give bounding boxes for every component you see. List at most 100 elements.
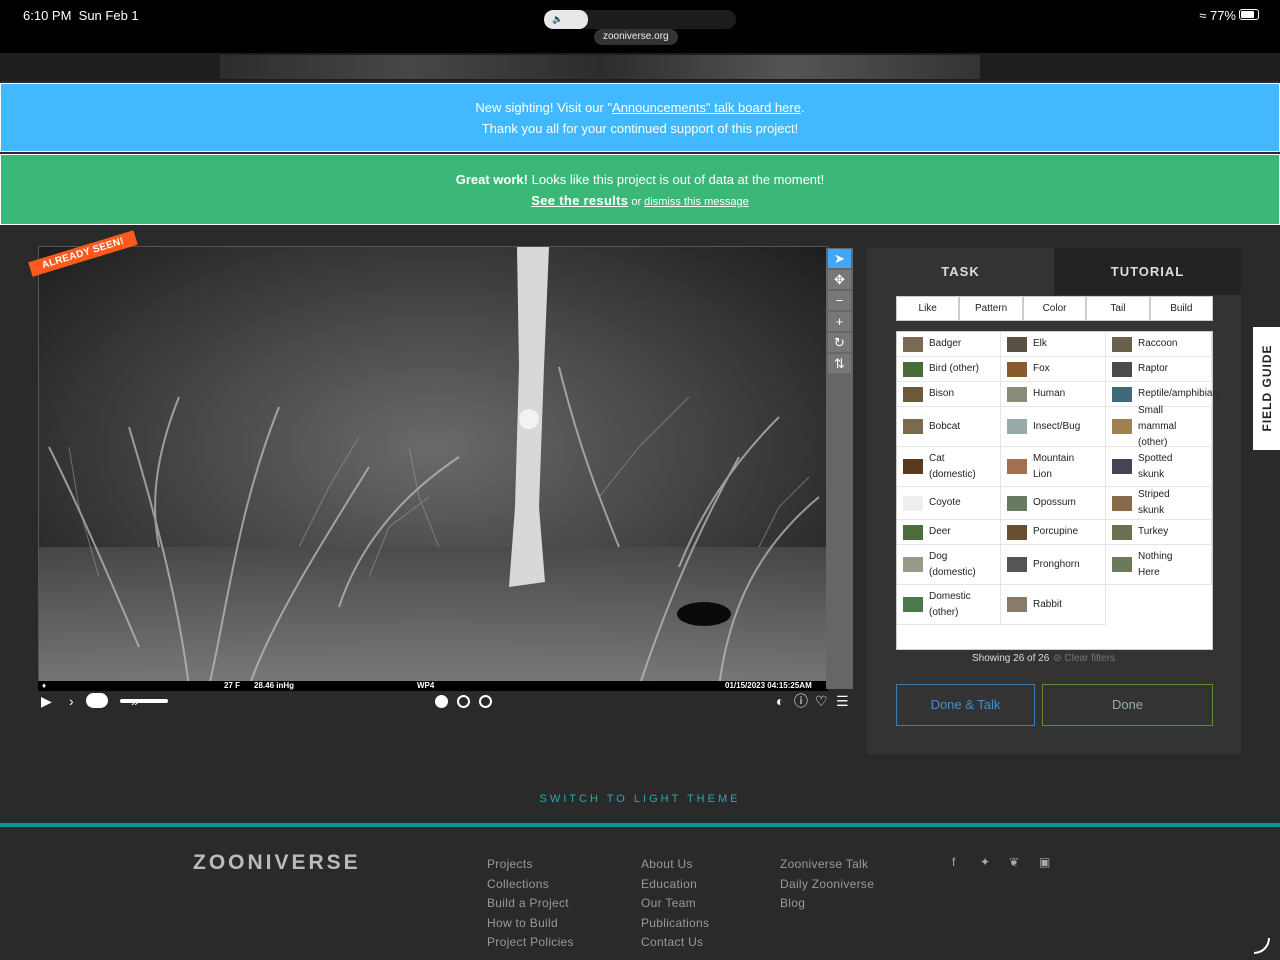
footer-link[interactable]: Projects: [487, 855, 574, 875]
choice-striped-skunk[interactable]: Striped skunk: [1106, 487, 1212, 520]
choice-thumbnail: [1007, 459, 1027, 474]
footer-link[interactable]: Contact Us: [641, 933, 709, 953]
announcement-line1: New sighting! Visit our "Announcements" …: [1, 97, 1279, 118]
switch-theme-button[interactable]: SWITCH TO LIGHT THEME: [0, 793, 1280, 805]
choice-thumbnail: [903, 419, 923, 434]
choice-deer[interactable]: Deer: [897, 520, 1001, 545]
footer-link[interactable]: How to Build: [487, 914, 574, 934]
choice-insect-bug[interactable]: Insect/Bug: [1001, 407, 1106, 447]
footer-link[interactable]: About Us: [641, 855, 709, 875]
filter-tail[interactable]: Tail: [1086, 296, 1150, 321]
pan-icon[interactable]: ✥: [828, 270, 851, 289]
tab-task[interactable]: TASK: [867, 248, 1054, 295]
choice-thumbnail: [903, 495, 923, 511]
choice-thumbnail: [903, 459, 923, 474]
choice-pronghorn[interactable]: Pronghorn: [1001, 545, 1106, 585]
choice-raccoon[interactable]: Raccoon: [1106, 332, 1212, 357]
zoom-out-icon[interactable]: −: [828, 291, 851, 310]
footer-link[interactable]: Project Policies: [487, 933, 574, 953]
twitter-icon[interactable]: ✦: [980, 855, 990, 869]
announcements-link[interactable]: Announcements" talk board here: [612, 100, 801, 115]
info-icon[interactable]: ⓘ: [794, 692, 808, 710]
footer-link[interactable]: Daily Zooniverse: [780, 875, 874, 895]
choice-elk[interactable]: Elk: [1001, 332, 1106, 357]
filter-color[interactable]: Color: [1022, 296, 1087, 321]
footer-link[interactable]: Education: [641, 875, 709, 895]
choice-domestic-other[interactable]: Domestic (other): [897, 585, 1001, 625]
species-choices: Badger Elk Raccoon Bird (other) Fox Raptor Bis…: [896, 331, 1218, 650]
filter-build[interactable]: Build: [1149, 296, 1214, 321]
pointer-icon[interactable]: ➤: [828, 249, 851, 268]
choice-bison[interactable]: Bison: [897, 382, 1001, 407]
done-button[interactable]: Done: [1042, 684, 1213, 726]
url-host[interactable]: zooniverse.org: [594, 29, 678, 45]
footer-link[interactable]: Build a Project: [487, 894, 574, 914]
choice-bobcat[interactable]: Bobcat: [897, 407, 1001, 447]
choice-nothing-here[interactable]: Nothing Here: [1106, 545, 1212, 585]
speed-slider-knob[interactable]: [86, 693, 108, 708]
clear-filters-button[interactable]: ⊘ Clear filters: [1053, 653, 1115, 664]
choice-thumbnail: [1007, 386, 1027, 402]
choice-fox[interactable]: Fox: [1001, 357, 1106, 382]
instagram-icon[interactable]: ▣: [1039, 855, 1050, 869]
speaker-icon[interactable]: 🔈: [544, 10, 588, 29]
choice-rabbit[interactable]: Rabbit: [1001, 585, 1106, 625]
fast-icon[interactable]: »: [131, 692, 139, 710]
task-tabs: TASK TUTORIAL: [867, 248, 1241, 295]
choice-coyote[interactable]: Coyote: [897, 487, 1001, 520]
bluesky-icon[interactable]: ❦: [1009, 855, 1019, 869]
footer-link[interactable]: Publications: [641, 914, 709, 934]
favorite-icon[interactable]: ♡: [815, 692, 828, 710]
footer-link[interactable]: Collections: [487, 875, 574, 895]
date-text: Sun Feb 1: [78, 8, 139, 23]
choice-dog-domestic[interactable]: Dog (domestic): [897, 545, 1001, 585]
footer-link[interactable]: Zooniverse Talk: [780, 855, 874, 875]
choice-label: Small mammal (other): [1138, 404, 1177, 448]
choice-thumbnail: [1112, 557, 1132, 572]
footer-link[interactable]: Our Team: [641, 894, 709, 914]
footer-link[interactable]: Blog: [780, 894, 874, 914]
slow-icon[interactable]: ›: [69, 692, 74, 710]
choice-cat-domestic[interactable]: Cat (domestic): [897, 447, 1001, 487]
battery-percent: ≈ 77%: [1199, 8, 1236, 23]
choice-label: Coyote: [929, 497, 961, 508]
contrast-icon[interactable]: ◐: [776, 692, 784, 710]
field-guide-tab[interactable]: FIELD GUIDE: [1253, 327, 1280, 450]
reset-icon[interactable]: ⇅: [828, 354, 851, 373]
facebook-icon[interactable]: f: [952, 855, 955, 869]
choice-badger[interactable]: Badger: [897, 332, 1001, 357]
url-bar[interactable]: 🔈: [544, 10, 736, 29]
choice-label: Spotted skunk: [1138, 452, 1173, 480]
choice-small-mammal-other[interactable]: Small mammal (other): [1106, 405, 1212, 448]
zooniverse-logo[interactable]: ZOONIVERSE: [193, 851, 361, 875]
choice-spotted-skunk[interactable]: Spotted skunk: [1106, 447, 1212, 487]
choice-raptor[interactable]: Raptor: [1106, 357, 1212, 382]
filter-like[interactable]: Like: [896, 296, 960, 321]
speed-slider[interactable]: [120, 699, 168, 703]
choice-label: Insect/Bug: [1033, 420, 1081, 432]
play-icon[interactable]: ▶: [41, 692, 52, 710]
dismiss-message-link[interactable]: dismiss this message: [644, 196, 749, 208]
filter-pattern[interactable]: Pattern: [959, 296, 1023, 321]
choice-bird-other[interactable]: Bird (other): [897, 357, 1001, 382]
choice-human[interactable]: Human: [1001, 382, 1106, 407]
choice-thumbnail: [903, 386, 923, 402]
rotate-icon[interactable]: ↻: [828, 333, 851, 352]
collections-icon[interactable]: ☰: [836, 692, 849, 710]
temperature: 27 F: [224, 681, 241, 690]
browning-logo-icon: ♦: [42, 681, 47, 690]
choice-opossum[interactable]: Opossum: [1001, 487, 1106, 520]
choice-porcupine[interactable]: Porcupine: [1001, 520, 1106, 545]
frame-dot-2[interactable]: [457, 695, 470, 708]
see-results-link[interactable]: See the results: [531, 193, 628, 208]
great-work-text: Great work!: [455, 172, 528, 187]
choice-mountain-lion[interactable]: Mountain Lion: [1001, 447, 1106, 487]
battery-icon: [1239, 9, 1259, 20]
subject-image[interactable]: [38, 246, 828, 691]
zoom-in-icon[interactable]: +: [828, 312, 851, 331]
frame-dot-1[interactable]: [435, 695, 448, 708]
done-and-talk-button[interactable]: Done & Talk: [896, 684, 1035, 726]
frame-dot-3[interactable]: [479, 695, 492, 708]
tab-tutorial[interactable]: TUTORIAL: [1054, 248, 1241, 295]
choice-turkey[interactable]: Turkey: [1106, 520, 1212, 545]
